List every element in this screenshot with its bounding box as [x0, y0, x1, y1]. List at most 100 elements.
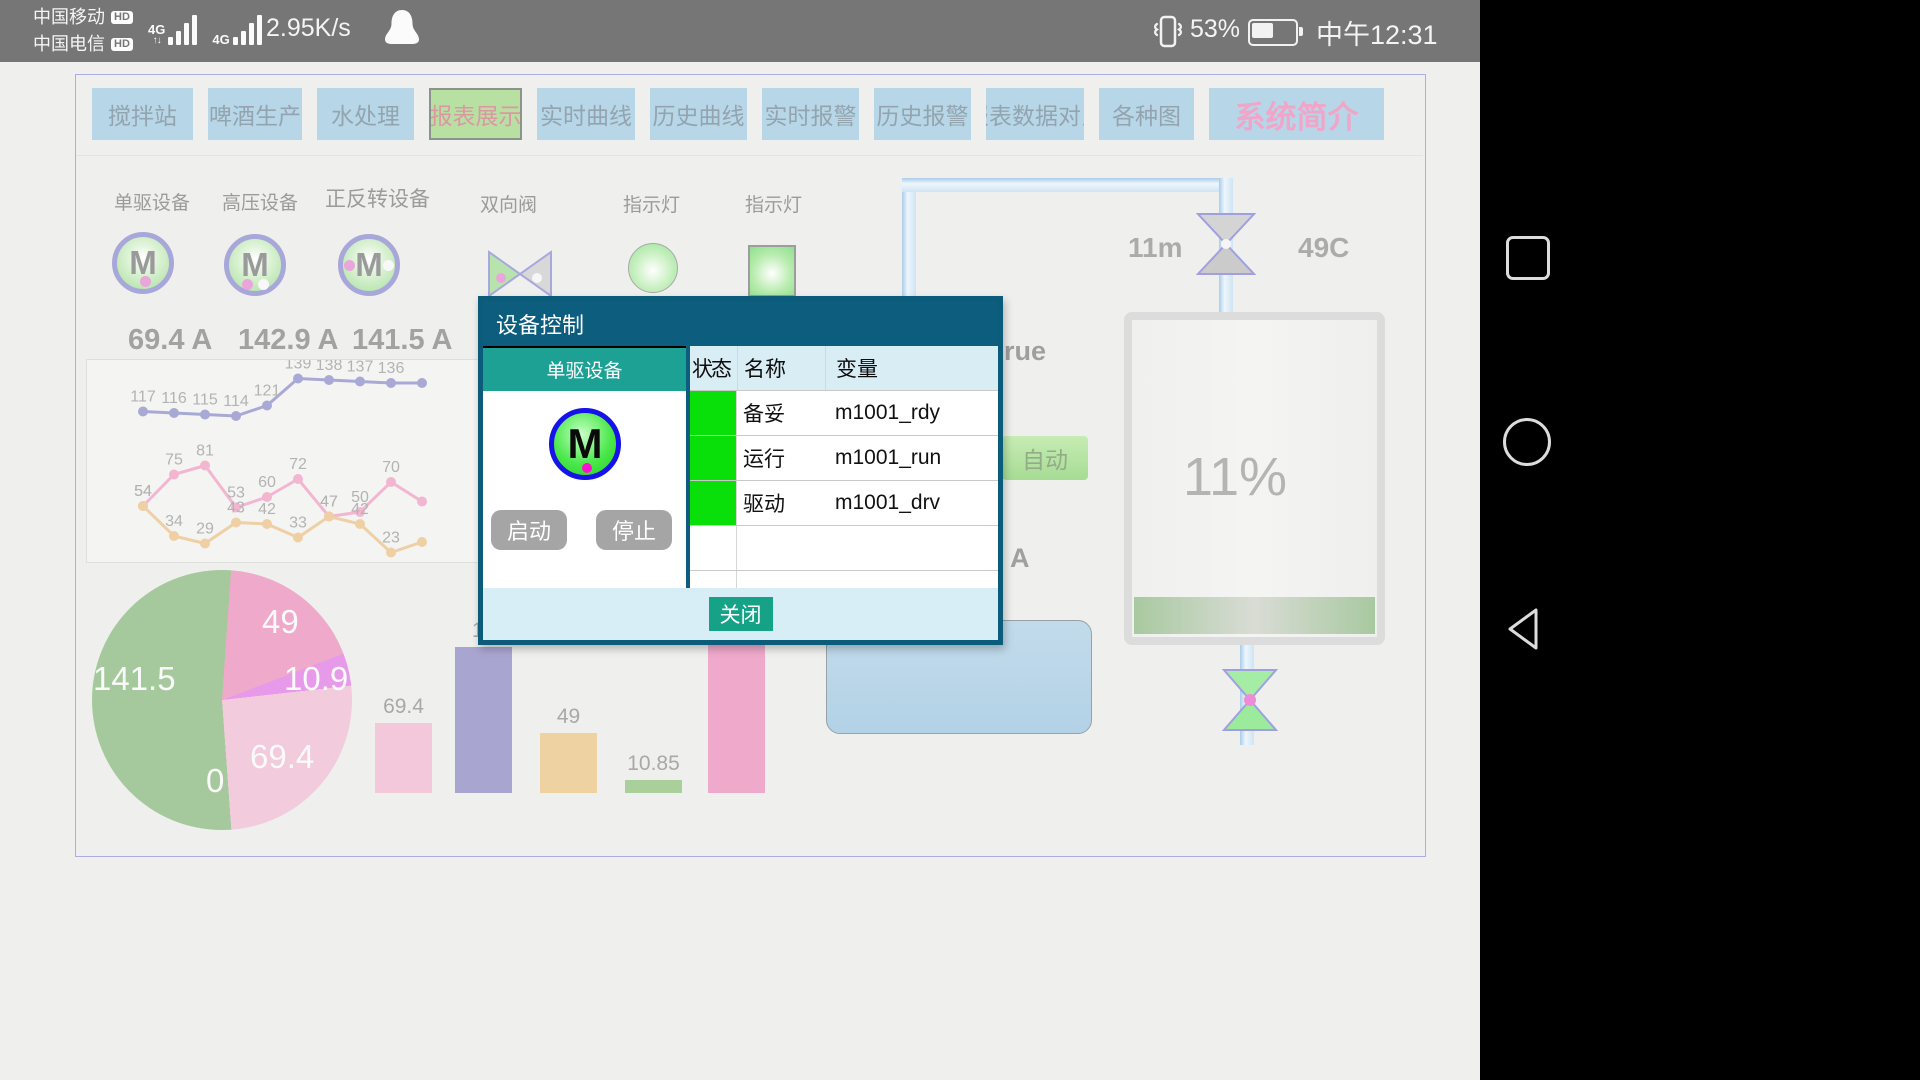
- tab-报表展示[interactable]: 报表展示: [429, 88, 522, 140]
- tab-历史报警[interactable]: 历史报警: [874, 88, 971, 140]
- motor-reversible[interactable]: M: [338, 234, 400, 296]
- pie-slice-label: 69.4: [250, 738, 314, 776]
- bar-49: 49: [540, 733, 597, 793]
- data-point: [417, 537, 427, 547]
- motor-dot: [344, 260, 355, 271]
- tab-报表数据对比[interactable]: 报表数据对比: [986, 88, 1084, 140]
- bar-value-label: 10.85: [627, 752, 680, 776]
- dialog-body: 单驱设备 M 启动 停止 状态 名称 变量 备妥m1001_rdy运行m1001…: [483, 346, 998, 588]
- amp-unit-text: A: [1010, 543, 1030, 574]
- stop-button[interactable]: 停止: [596, 510, 672, 550]
- motor-current-value: 141.5 A: [352, 324, 453, 357]
- tab-水处理[interactable]: 水处理: [317, 88, 414, 140]
- data-point: [386, 548, 396, 558]
- tab-strip: 搅拌站啤酒生产水处理报表展示实时曲线历史曲线实时报警历史报警报表数据对比各种图系…: [92, 88, 1384, 140]
- indicator-lamp-circle[interactable]: [628, 243, 678, 293]
- dialog-tab-single-drive[interactable]: 单驱设备: [483, 346, 686, 391]
- variable-name-cell: m1001_drv: [825, 481, 998, 525]
- motor-letter: M: [229, 239, 281, 291]
- status-indicator-cell: [690, 436, 737, 480]
- tab-实时曲线[interactable]: 实时曲线: [537, 88, 635, 140]
- trend-chart: 1171161151141211391381371365475815360724…: [87, 360, 479, 562]
- data-point: [169, 531, 179, 541]
- indicator-lamp-square[interactable]: [748, 245, 796, 297]
- tank-level-percent: 11%: [1183, 446, 1287, 508]
- tab-各种图[interactable]: 各种图: [1099, 88, 1194, 140]
- auto-mode-button[interactable]: 自动: [1002, 436, 1088, 480]
- outlet-valve-icon[interactable]: [1222, 668, 1278, 732]
- data-point: [386, 378, 396, 388]
- data-point-label: 115: [192, 392, 218, 409]
- motor-single-drive[interactable]: M: [112, 232, 174, 294]
- data-point-label: 29: [196, 521, 214, 538]
- bar-col-5: [708, 645, 765, 793]
- data-point-label: 43: [227, 500, 245, 517]
- status-table: 状态 名称 变量 备妥m1001_rdy运行m1001_run驱动m1001_d…: [690, 346, 998, 588]
- pie-slice-label: 49: [262, 603, 299, 641]
- data-point: [262, 401, 272, 411]
- equipment-label: 指示灯: [623, 190, 680, 217]
- pipe-temp-label: 49C: [1298, 232, 1349, 264]
- dialog-bottom-bar: 关闭: [483, 588, 998, 640]
- equipment-label: 指示灯: [745, 190, 802, 217]
- equipment-label: 高压设备: [222, 188, 298, 215]
- motor-current-value: 69.4 A: [128, 324, 212, 357]
- data-point-label: 33: [289, 515, 307, 532]
- motor-high-pressure[interactable]: M: [224, 234, 286, 296]
- pie-slice-label: 0: [206, 762, 224, 800]
- data-point: [169, 470, 179, 480]
- home-button-icon[interactable]: [1503, 418, 1551, 466]
- bidirectional-valve-icon[interactable]: [487, 250, 553, 298]
- data-point-label: 138: [316, 360, 343, 374]
- start-button[interactable]: 启动: [491, 510, 567, 550]
- signal-name-cell: [737, 571, 825, 588]
- device-status-row: 备妥m1001_rdy: [690, 390, 998, 435]
- bar-69.4: 69.4: [375, 723, 432, 793]
- motor-dot: [140, 276, 151, 287]
- data-point-label: 121: [254, 383, 281, 400]
- bar-value-label: 49: [557, 705, 580, 729]
- tank-fill-level: [1134, 597, 1375, 634]
- recents-button-icon[interactable]: [1506, 236, 1550, 280]
- close-button[interactable]: 关闭: [709, 597, 773, 631]
- variable-name-cell: m1001_run: [825, 436, 998, 480]
- data-point-label: 136: [378, 360, 405, 377]
- data-point: [355, 377, 365, 387]
- variable-name-cell: [825, 526, 998, 570]
- tab-啤酒生产[interactable]: 啤酒生产: [208, 88, 302, 140]
- motor-dot: [383, 260, 394, 271]
- data-point: [200, 461, 210, 471]
- data-point: [200, 539, 210, 549]
- status-indicator-cell: [690, 571, 737, 588]
- motor-dot: [242, 279, 253, 290]
- data-point-label: 34: [165, 513, 183, 530]
- data-point: [138, 407, 148, 417]
- dialog-title: 设备控制: [483, 301, 998, 346]
- variable-name-cell: m1001_rdy: [825, 391, 998, 435]
- tab-实时报警[interactable]: 实时报警: [762, 88, 859, 140]
- table-rows: 备妥m1001_rdy运行m1001_run驱动m1001_drv: [690, 390, 998, 588]
- data-point-label: 42: [258, 501, 276, 518]
- data-point: [293, 533, 303, 543]
- tab-历史曲线[interactable]: 历史曲线: [650, 88, 747, 140]
- inlet-valve-icon[interactable]: [1196, 212, 1256, 276]
- data-point-label: 116: [161, 390, 187, 407]
- back-button-icon[interactable]: [1502, 606, 1548, 652]
- data-point: [417, 497, 427, 507]
- tab-搅拌站[interactable]: 搅拌站: [92, 88, 193, 140]
- data-point-label: 117: [130, 389, 156, 406]
- motor-current-value: 142.9 A: [238, 324, 339, 357]
- data-point-label: 70: [382, 459, 400, 476]
- pie-slice-label: 10.9: [284, 660, 348, 698]
- data-point: [169, 408, 179, 418]
- data-point-label: 42: [351, 501, 369, 518]
- tab-系统简介[interactable]: 系统简介: [1209, 88, 1384, 140]
- equipment-label: 双向阀: [480, 190, 537, 217]
- device-status-row: [690, 570, 998, 588]
- pie-slice-label: 141.5: [93, 660, 176, 698]
- data-point: [262, 519, 272, 529]
- signal-name-cell: 备妥: [737, 391, 825, 435]
- pipe-height-label: 11m: [1128, 232, 1183, 264]
- dialog-motor-icon[interactable]: M: [549, 408, 621, 480]
- bar-14: 14: [455, 647, 512, 793]
